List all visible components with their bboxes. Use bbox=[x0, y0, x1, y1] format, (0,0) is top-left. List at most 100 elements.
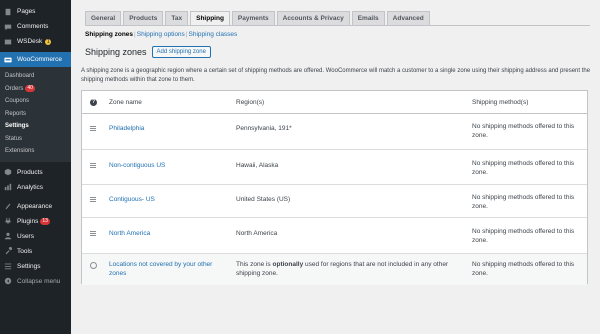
submenu-label: Settings bbox=[5, 123, 29, 129]
settings-icon bbox=[4, 262, 12, 270]
zone-name-link[interactable]: North America bbox=[109, 230, 227, 237]
table-row-fallback-zone[interactable]: Locations not covered by your other zone… bbox=[82, 254, 587, 285]
submenu-label: Orders bbox=[5, 85, 24, 92]
users-icon bbox=[4, 232, 12, 240]
settings-tabs: General Products Tax Shipping Payments A… bbox=[85, 11, 432, 25]
collapse-icon bbox=[4, 277, 12, 285]
table-row[interactable]: Philadelphia Pennsylvania, 191* No shipp… bbox=[82, 114, 587, 150]
menu-item-woocommerce[interactable]: WooCommerce bbox=[0, 52, 71, 67]
fallback-region-emphasis: optionally bbox=[272, 261, 304, 268]
submenu-settings[interactable]: Settings bbox=[0, 120, 71, 133]
menu-label: Comments bbox=[17, 23, 49, 30]
comments-icon bbox=[4, 23, 12, 31]
table-row[interactable]: North America North America No shipping … bbox=[82, 218, 587, 254]
analytics-icon bbox=[4, 183, 12, 191]
fallback-zone-methods: No shipping methods offered to this zone… bbox=[472, 261, 575, 277]
page-title: Shipping zones bbox=[85, 47, 147, 57]
subnav-shipping-classes[interactable]: Shipping classes bbox=[189, 31, 238, 38]
menu-item-comments[interactable]: Comments bbox=[0, 19, 71, 34]
menu-item-products[interactable]: Products bbox=[0, 165, 71, 180]
globe-icon bbox=[90, 262, 97, 269]
submenu-status[interactable]: Status bbox=[0, 133, 71, 146]
zone-name-link[interactable]: Philadelphia bbox=[109, 125, 227, 132]
menu-label: Tools bbox=[17, 247, 33, 255]
zone-regions: Pennsylvania, 191* bbox=[236, 125, 292, 132]
table-row[interactable]: Non-contiguous US Hawaii, Alaska No ship… bbox=[82, 150, 587, 185]
tab-general[interactable]: General bbox=[85, 11, 122, 25]
menu-item-pages[interactable]: Pages bbox=[0, 4, 71, 19]
menu-label: Appearance bbox=[17, 202, 53, 210]
tab-emails[interactable]: Emails bbox=[351, 11, 385, 25]
zone-name-link[interactable]: Non-contiguous US bbox=[109, 162, 227, 169]
menu-label: Users bbox=[17, 232, 34, 240]
tab-shipping[interactable]: Shipping bbox=[190, 11, 230, 25]
drag-handle-icon[interactable] bbox=[90, 126, 100, 134]
products-icon bbox=[4, 168, 12, 176]
admin-sidebar: Pages Comments WSDesk 1 WooCommerce Dash… bbox=[0, 0, 71, 334]
fallback-zone-link[interactable]: Locations not covered by your other zone… bbox=[109, 260, 227, 278]
woocommerce-submenu: Dashboard Orders 40 Coupons Reports Setti… bbox=[0, 67, 71, 162]
shipping-subnav: Shipping zones|Shipping options|Shipping… bbox=[85, 31, 237, 38]
subnav-separator: | bbox=[134, 31, 136, 38]
submenu-dashboard[interactable]: Dashboard bbox=[0, 70, 71, 83]
help-icon[interactable]: ? bbox=[90, 99, 97, 106]
menu-item-wsdesk[interactable]: WSDesk 1 bbox=[0, 34, 71, 49]
zone-regions: North America bbox=[236, 230, 278, 237]
menu-label: Plugins bbox=[17, 217, 39, 225]
menu-label: WSDesk bbox=[17, 38, 43, 45]
help-cell: ? bbox=[90, 99, 100, 106]
zone-methods: No shipping methods offered to this zone… bbox=[472, 194, 575, 210]
menu-item-appearance[interactable]: Appearance bbox=[0, 199, 71, 214]
zone-methods: No shipping methods offered to this zone… bbox=[472, 160, 575, 176]
subnav-separator: | bbox=[185, 31, 188, 38]
tab-advanced[interactable]: Advanced bbox=[386, 11, 430, 25]
zone-methods: No shipping methods offered to this zone… bbox=[472, 123, 575, 139]
add-shipping-zone-button[interactable]: Add shipping zone bbox=[151, 46, 211, 58]
table-row[interactable]: Contiguous- US United States (US) No shi… bbox=[82, 185, 587, 218]
tab-accounts-privacy[interactable]: Accounts & Privacy bbox=[276, 11, 350, 25]
subnav-shipping-zones[interactable]: Shipping zones bbox=[85, 31, 133, 38]
drag-handle-icon[interactable] bbox=[90, 197, 100, 205]
submenu-coupons[interactable]: Coupons bbox=[0, 95, 71, 108]
wsdesk-icon bbox=[4, 38, 12, 46]
menu-item-analytics[interactable]: Analytics bbox=[0, 180, 71, 195]
woo-icon bbox=[4, 56, 12, 64]
submenu-label: Coupons bbox=[5, 98, 30, 104]
menu-label: WooCommerce bbox=[17, 56, 63, 63]
drag-handle-icon[interactable] bbox=[90, 231, 100, 239]
drag-handle-icon[interactable] bbox=[90, 163, 100, 171]
plugins-count-badge: 13 bbox=[40, 217, 50, 225]
submenu-reports[interactable]: Reports bbox=[0, 108, 71, 121]
tab-payments[interactable]: Payments bbox=[231, 11, 275, 25]
menu-label: Pages bbox=[17, 8, 36, 15]
zone-name-link[interactable]: Contiguous- US bbox=[109, 196, 227, 203]
menu-item-plugins[interactable]: Plugins 13 bbox=[0, 214, 71, 229]
collapse-menu-button[interactable]: Collapse menu bbox=[0, 274, 71, 289]
submenu-orders[interactable]: Orders 40 bbox=[0, 83, 71, 96]
menu-label: Analytics bbox=[17, 183, 44, 191]
menu-label: Products bbox=[17, 168, 43, 176]
menu-item-settings[interactable]: Settings bbox=[0, 259, 71, 274]
shipping-zones-table: ? Zone name Region(s) Shipping method(s)… bbox=[81, 90, 588, 285]
tab-tax[interactable]: Tax bbox=[165, 11, 189, 25]
header-regions: Region(s) bbox=[236, 99, 265, 106]
zone-methods: No shipping methods offered to this zone… bbox=[472, 228, 575, 244]
tools-icon bbox=[4, 247, 12, 255]
submenu-label: Status bbox=[5, 135, 23, 142]
subnav-shipping-options[interactable]: Shipping options bbox=[137, 31, 185, 38]
main-content: General Products Tax Shipping Payments A… bbox=[71, 0, 600, 334]
header-shipping-methods: Shipping method(s) bbox=[472, 99, 529, 106]
menu-item-users[interactable]: Users bbox=[0, 229, 71, 244]
notification-dot: 1 bbox=[45, 38, 52, 45]
submenu-extensions[interactable]: Extensions bbox=[0, 145, 71, 158]
shipping-zones-description: A shipping zone is a geographic region w… bbox=[81, 68, 591, 83]
globe-cell bbox=[90, 262, 100, 269]
menu-item-tools[interactable]: Tools bbox=[0, 244, 71, 259]
zone-regions: United States (US) bbox=[236, 196, 291, 203]
tab-products[interactable]: Products bbox=[123, 11, 164, 25]
submenu-label: Reports bbox=[5, 110, 27, 117]
submenu-label: Extensions bbox=[5, 148, 35, 154]
heading-row: Shipping zones Add shipping zone bbox=[85, 46, 211, 58]
pages-icon bbox=[4, 8, 12, 16]
header-zone-name: Zone name bbox=[109, 99, 142, 106]
